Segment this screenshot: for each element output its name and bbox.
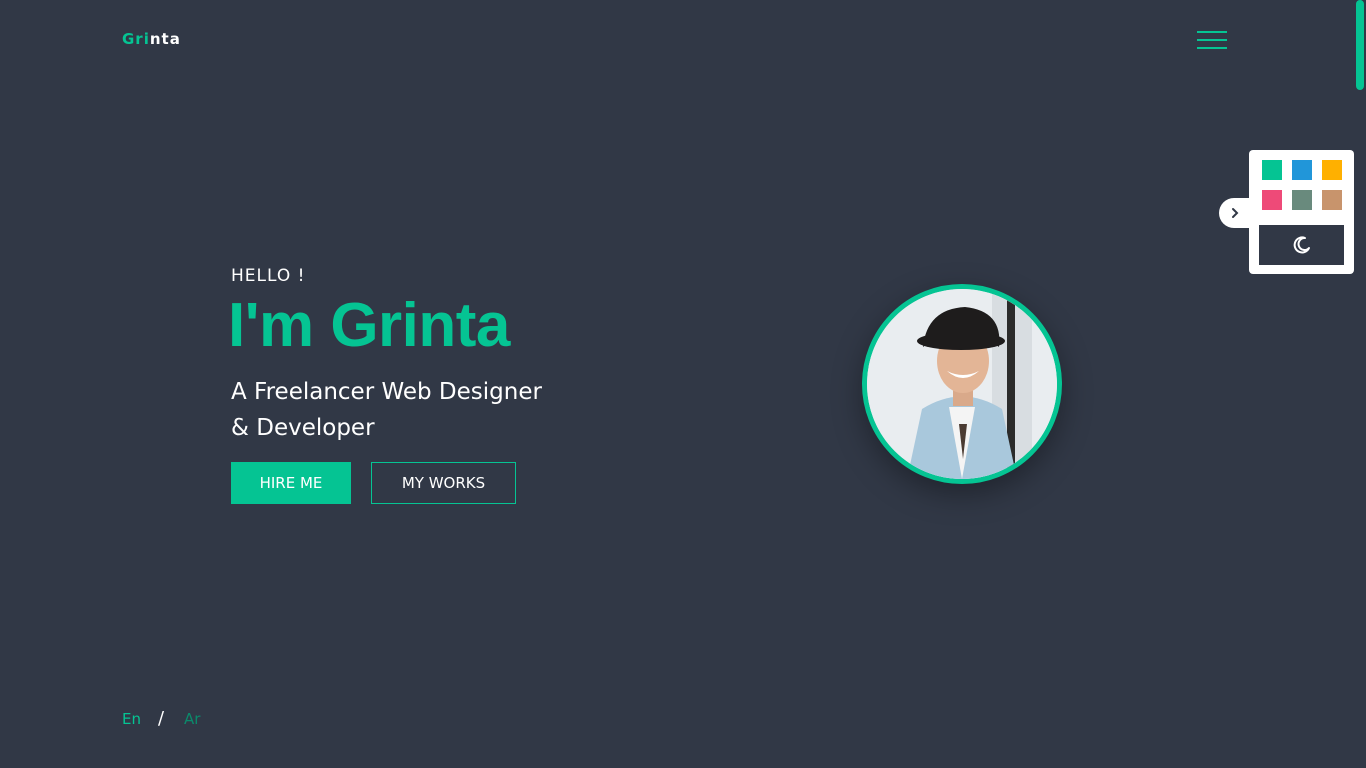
my-works-button[interactable]: MY WORKS xyxy=(371,462,516,504)
color-swatch-yellow[interactable] xyxy=(1322,160,1342,180)
hero-subtitle-line2: & Developer xyxy=(231,415,375,441)
moon-icon xyxy=(1293,236,1310,254)
color-swatch-green[interactable] xyxy=(1262,160,1282,180)
hero-subtitle: A Freelancer Web Designer & Developer xyxy=(231,374,591,446)
theme-settings-panel xyxy=(1249,150,1354,274)
scrollbar[interactable] xyxy=(1354,0,1366,768)
hero-greeting: HELLO ! xyxy=(231,266,306,286)
color-swatch-gray-green[interactable] xyxy=(1292,190,1312,210)
hero-name: I'm Grinta xyxy=(228,291,510,360)
hamburger-icon[interactable] xyxy=(1197,30,1227,50)
settings-toggle-button[interactable] xyxy=(1219,198,1251,228)
profile-avatar xyxy=(862,284,1062,484)
language-ar-link[interactable]: Ar xyxy=(184,710,200,728)
logo-part-accent: Gri xyxy=(122,30,150,48)
scrollbar-thumb[interactable] xyxy=(1356,0,1364,90)
site-logo[interactable]: Grinta xyxy=(122,30,181,48)
chevron-right-icon xyxy=(1232,208,1239,218)
logo-part-plain: nta xyxy=(149,30,181,48)
hire-me-button[interactable]: HIRE ME xyxy=(231,462,351,504)
hero-subtitle-line1: A Freelancer Web Designer xyxy=(231,379,542,405)
language-separator: / xyxy=(158,708,165,729)
language-en-link[interactable]: En xyxy=(122,710,141,728)
person-photo-icon xyxy=(867,289,1057,479)
dark-mode-toggle[interactable] xyxy=(1259,225,1344,265)
color-swatch-tan[interactable] xyxy=(1322,190,1342,210)
color-swatch-pink[interactable] xyxy=(1262,190,1282,210)
color-swatch-blue[interactable] xyxy=(1292,160,1312,180)
